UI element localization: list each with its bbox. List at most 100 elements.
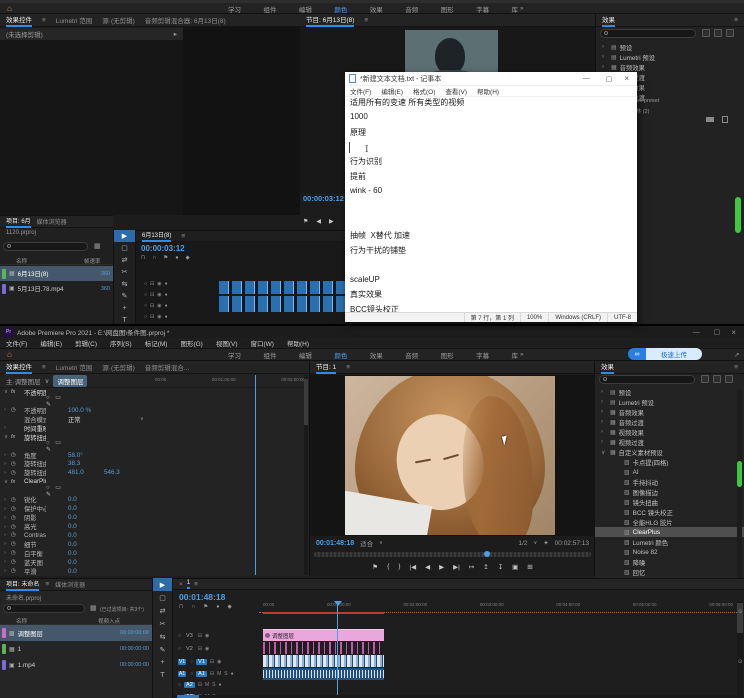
menu-item[interactable]: 帮助(H) (287, 338, 309, 348)
workspace-tab[interactable]: 图形 (441, 350, 454, 360)
effects-tree-item[interactable]: ▧AI (595, 467, 744, 477)
workspace-tab[interactable]: 库 (512, 350, 519, 360)
effect-row[interactable]: ›时间重映射 (0, 424, 150, 433)
menu-item[interactable]: 编辑(E) (40, 338, 62, 348)
effects-tree-item[interactable]: ∨▦自定义素材预设 (595, 447, 744, 457)
timeline-vscrollbar[interactable] (737, 601, 743, 695)
maximize-icon[interactable]: ▢ (606, 75, 613, 83)
effect-row[interactable]: ›◷高光0.0 (0, 522, 150, 531)
tab-sequence[interactable]: 1 (187, 580, 190, 589)
share-icon[interactable]: ↗ (734, 351, 739, 359)
tool-button[interactable]: ✎ (114, 290, 135, 302)
effects-tree-item[interactable]: ›▦音频过渡 (595, 417, 744, 427)
tab-audio-mixer[interactable]: 音频剪辑混合... (145, 362, 189, 372)
workspace-tab[interactable]: 组件 (263, 350, 276, 360)
timeline-playhead-head[interactable] (334, 601, 342, 606)
effects-tree-item[interactable]: ▧手持抖动 (595, 477, 744, 487)
ec-playhead[interactable] (255, 375, 256, 575)
timeline-tool-icon[interactable]: ∩ (191, 604, 195, 610)
panel-menu-icon[interactable]: ≡ (45, 581, 49, 588)
transport-button[interactable]: } (398, 563, 400, 570)
bin-icon[interactable]: ▦ (90, 604, 97, 612)
status-zoom[interactable]: 100% (520, 313, 548, 322)
effect-row[interactable]: ›◷锐化0.0 (0, 495, 150, 504)
project-column-headers[interactable]: 名称 视频入点 (0, 615, 152, 625)
transport-button[interactable]: ◀ (316, 218, 321, 228)
video-clip-strip[interactable] (263, 655, 384, 667)
effect-row[interactable]: ○ ▭ ✎ (0, 486, 150, 495)
transport-button[interactable]: ▶| (453, 563, 460, 571)
track-header[interactable]: ○⊟◉● (141, 289, 168, 300)
effect-row[interactable]: ∨fxClearPlus (0, 477, 150, 486)
new-bin-icon[interactable] (706, 117, 714, 122)
transport-button[interactable]: ⚑ (372, 563, 378, 571)
selected-clip-badge[interactable]: 调整图层 (53, 375, 87, 387)
project-row[interactable]: ▦100:00:00:00 (0, 641, 152, 657)
tool-button[interactable]: ▶ (114, 230, 135, 242)
transport-button[interactable]: ◀ (425, 563, 430, 571)
tool-button[interactable]: ▢ (153, 591, 172, 604)
workspace-tab[interactable]: 效果 (370, 4, 383, 14)
close-icon[interactable]: × (624, 74, 629, 83)
yuv-effects-badge[interactable] (725, 375, 733, 383)
workspace-overflow-icon[interactable]: » (520, 351, 524, 358)
timeline-playhead[interactable] (337, 601, 338, 697)
menu-item[interactable]: 窗口(W) (251, 338, 274, 348)
effect-row[interactable]: ›◷细节0.0 (0, 540, 150, 549)
effects-tree-item[interactable]: ▧ClearPlus (595, 527, 744, 537)
effects-tree-item[interactable]: ›▤Lumetri 预设 (596, 52, 744, 62)
tool-button[interactable]: ▢ (114, 242, 135, 254)
transport-button[interactable]: |◀ (409, 563, 416, 571)
settings-wrench-icon[interactable]: ✦ (543, 539, 548, 547)
video-track-header[interactable]: V1○V1⊟◉ (175, 655, 259, 668)
timeline-tool-icon[interactable]: ● (175, 255, 178, 261)
effect-row[interactable]: ○ ▭ ✎ (0, 397, 150, 406)
tab-project[interactable]: 项目: 6月 (6, 216, 31, 228)
effect-row[interactable]: ›◷角度58.0° (0, 451, 150, 460)
track-header[interactable]: ○⊟◉● (141, 300, 168, 311)
project-row[interactable]: ▣1.mp400:00:00:00 (0, 657, 152, 673)
master-clip-dropdown[interactable]: 主·调整图层 (6, 376, 41, 386)
notepad-menu-item[interactable]: 帮助(H) (477, 86, 499, 96)
workspace-tab[interactable]: 图形 (441, 4, 454, 14)
transport-button[interactable]: ⊞ (527, 563, 532, 571)
tool-button[interactable]: ⇄ (153, 604, 172, 617)
track-header[interactable]: ○⊟◉● (141, 311, 168, 322)
workspace-tab[interactable]: 编辑 (299, 350, 312, 360)
effects-tree-item[interactable]: ›▦音频效果 (595, 407, 744, 417)
transport-button[interactable]: ▶ (329, 218, 334, 228)
top-scrollbar-thumb[interactable] (735, 197, 741, 233)
workspace-tab[interactable]: 学习 (228, 4, 241, 14)
scroll-handle-icon[interactable]: ⊙ (738, 609, 742, 615)
notepad-window[interactable]: *新建文本文档.txt - 记事本 — ▢ × 文件(F)编辑(E)格式(O)查… (345, 72, 637, 322)
effects-tree-item[interactable]: ›▦音频效果 (596, 62, 744, 72)
expand-icon[interactable]: ▸ (174, 30, 177, 38)
tab-audio-mixer[interactable]: 音频剪辑混合器: 6月13日(8) (145, 15, 226, 25)
notepad-menu-item[interactable]: 文件(F) (350, 86, 371, 96)
workspace-tab[interactable]: 字幕 (476, 4, 489, 14)
effect-row[interactable]: ›◷平滑0.0 (0, 567, 150, 576)
effect-row[interactable]: ›◷阴影0.0 (0, 513, 150, 522)
effect-row[interactable]: ›◷蓝天图0.0 (0, 558, 150, 567)
project-row[interactable]: ▣5月13日.78.mp4360 (0, 281, 113, 296)
effects-search-input[interactable] (599, 375, 695, 384)
tab-program[interactable]: 节目: 6月13日(8) (306, 14, 354, 27)
effect-row[interactable]: ›◷旋转扭曲中心481.0546.3 (0, 468, 150, 477)
home-icon[interactable]: ⌂ (7, 4, 12, 13)
tab-source[interactable]: 源·(无剪辑) (102, 15, 135, 25)
transport-button[interactable]: { (387, 563, 389, 570)
audio-track-header[interactable]: A1○A1⊟MS● (175, 668, 259, 680)
workspace-tab[interactable]: 组件 (263, 4, 276, 14)
ec-scrollbar[interactable] (304, 375, 308, 575)
menu-item[interactable]: 剪辑(C) (75, 338, 97, 348)
effects-scrollbar-thumb[interactable] (737, 461, 742, 487)
effect-row[interactable]: ›◷不透明度100.0 % (0, 406, 150, 415)
tab-sequence[interactable]: 6月13日(8) (142, 230, 171, 242)
timeline-tool-icon[interactable]: ◆ (228, 604, 232, 610)
effects-tree-item[interactable]: ▧BCC 镜头校正 (595, 507, 744, 517)
tab-lumetri-scopes[interactable]: Lumetri 范围 (56, 362, 92, 372)
accelerated-effects-badge[interactable] (702, 29, 710, 37)
close-icon[interactable]: × (731, 328, 736, 337)
project-search-input[interactable] (3, 604, 85, 613)
panel-menu-icon[interactable]: ≡ (346, 364, 350, 371)
